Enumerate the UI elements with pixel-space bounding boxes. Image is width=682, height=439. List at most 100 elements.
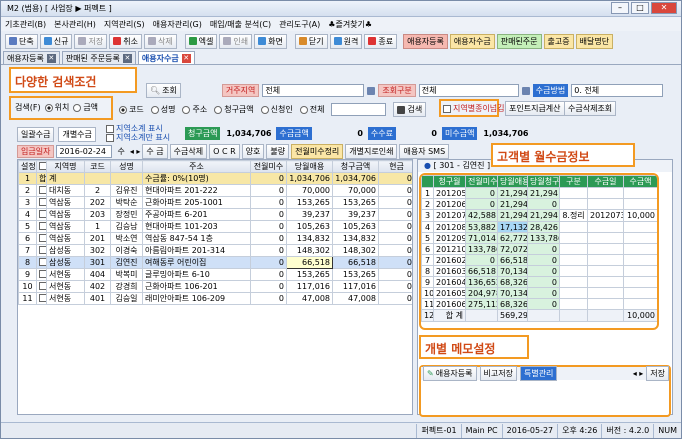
sold-order-button[interactable]: 판매된주문 [496, 33, 542, 49]
excel-button[interactable]: 엑셀 [184, 33, 218, 49]
table-row[interactable]: 4 역삼동 203 장정민 주공아파트 6-201 0 39,237 39,237 0 [18, 208, 412, 221]
table-row[interactable]: 2 201206 0 21,294 0 [421, 198, 657, 210]
region-field[interactable] [262, 84, 365, 97]
radio-position[interactable]: 위치 [44, 102, 69, 113]
col-bill-month[interactable]: 청구월 [433, 175, 466, 188]
table-row[interactable]: 9201604136,65268,3260 [421, 276, 657, 288]
new-button[interactable]: 신규 [39, 33, 73, 49]
table-row[interactable]: 5 역삼동 1 김승남 현대아파트 101-203 0 105,263 105,263 0 [18, 220, 412, 233]
cancel-button[interactable]: 취소 [109, 33, 142, 49]
spin-icon[interactable]: ◂ ▸ [130, 147, 141, 156]
query-button[interactable]: 🔍︎ 조회 [146, 83, 181, 98]
table-row[interactable]: 6201210133,78672,0720 [421, 243, 657, 255]
delivery-list-button[interactable]: 배달명단 [575, 33, 614, 49]
radio-amount[interactable]: 금액 [73, 102, 98, 113]
table-row[interactable]: 10201605204,97870,1340 [421, 287, 657, 299]
method-select[interactable] [571, 84, 664, 97]
exit-button[interactable]: 종료 [364, 33, 398, 49]
col-date[interactable]: 수금일 [587, 175, 624, 188]
minimize-button[interactable]: – [611, 2, 629, 14]
close-button[interactable]: ✕ [651, 2, 677, 14]
maximize-button[interactable]: □ [631, 2, 649, 14]
table-row[interactable]: 8 201603 66,518 70,134 0 [421, 265, 657, 277]
prev-unpaid-button[interactable]: 전월미수정리 [291, 144, 344, 159]
table-row[interactable]: 7 201602 0 66,518 0 [421, 254, 657, 266]
bad-button[interactable]: 불량 [266, 144, 290, 159]
delete-button[interactable]: 삭제 [143, 33, 177, 49]
close-icon[interactable]: ✕ [122, 53, 132, 63]
tab-individual-collect[interactable]: 개별수금 [58, 127, 96, 142]
table-row[interactable]: 4 201208 53,882 17,132 28,426 [421, 221, 657, 233]
table-row[interactable]: 9 서현동 404 박복미 글루밍아파트 6-10 0 153,265 153,265 0 [18, 268, 412, 281]
show-subtotal-check[interactable]: 지역소계 표시 [106, 124, 170, 133]
tab-batch-collect[interactable]: 일괄수금 [17, 127, 55, 142]
memo-save-note[interactable]: 비고저장 [479, 366, 517, 381]
memo-save-button[interactable]: 저장 [646, 366, 669, 381]
close-icon[interactable]: ✕ [46, 53, 56, 63]
scroll-arrows-icon[interactable]: ◂ ▸ [633, 369, 644, 378]
delete-query-button[interactable]: 수금삭제조회 [564, 101, 617, 116]
memo-textarea[interactable] [421, 380, 669, 414]
radio-code[interactable]: 코드 [119, 104, 144, 115]
user-register-button[interactable]: 애용자등록 [403, 33, 448, 49]
giro-print-button[interactable]: 개별지로인쇄 [345, 144, 398, 159]
table-row[interactable]: 1 합 계 수금률: 0%(10명) 0 1,034,706 1,034,706 0 [18, 172, 412, 185]
table-row[interactable]: 1 201205 0 21,294 21,294 [421, 187, 657, 199]
col-check[interactable] [36, 160, 47, 173]
user-collect-button[interactable]: 애용자수금 [449, 33, 495, 49]
menu-tools[interactable]: 관리도구(A) [279, 19, 320, 30]
radio-name[interactable]: 성명 [150, 104, 175, 115]
shortcut-button[interactable]: 단축 [5, 33, 38, 49]
col-prev[interactable]: 전월미수 [465, 175, 498, 188]
col-cur-bill[interactable]: 당월청구 [527, 175, 560, 188]
table-row[interactable]: 520120971,01462,772133,786 [421, 232, 657, 244]
save-button[interactable]: 저장 [74, 33, 108, 49]
point-calc-button[interactable]: 포인트지급계산 [505, 101, 565, 116]
tab-sold-order[interactable]: 판매된 주문등록 ✕ [61, 51, 136, 64]
search-input[interactable] [331, 103, 387, 116]
single-print-option[interactable]: 지역별종이넘김 [443, 103, 505, 114]
col-type[interactable]: 구분 [559, 175, 588, 188]
col-address[interactable]: 주소 [142, 160, 251, 173]
menu-hq[interactable]: 본사관리(H) [54, 19, 96, 30]
table-row[interactable]: 10 서현동 402 강경희 근화아파트 106-201 0 117,016 117,016 0 [18, 280, 412, 293]
remote-button[interactable]: 원격 [329, 33, 363, 49]
table-row[interactable]: 2 대치동 2 김유진 현대아파트 201-222 0 70,000 70,000 0 [18, 184, 412, 197]
col-code[interactable]: 코드 [84, 160, 111, 173]
table-row[interactable]: 6 역삼동 201 박소연 역삼동 847-54 1층 0 134,832 134,832 0 [18, 232, 412, 245]
col-region[interactable]: 지역명 [46, 160, 85, 173]
table-row[interactable]: 12합 계 569,296 10,000 [421, 309, 657, 322]
col-cash[interactable]: 현금 [378, 160, 412, 173]
sms-button[interactable]: 애용자 SMS [399, 144, 450, 159]
col-billing[interactable]: 청구금액 [332, 160, 379, 173]
tab-user-collect[interactable]: 애용자수금 ✕ [137, 51, 195, 64]
table-row[interactable]: 3 역삼동 202 박탁순 근화아파트 205-1001 0 153,265 153,265 0 [18, 196, 412, 209]
close-icon[interactable]: ✕ [181, 53, 191, 63]
tab-user-register[interactable]: 애용자등록 ✕ [3, 51, 60, 64]
close-window-button[interactable]: 닫기 [294, 33, 328, 49]
col-setting[interactable]: 설정 [18, 160, 37, 173]
print-button[interactable]: 인쇄 [219, 33, 253, 49]
table-row[interactable]: 8 삼성동 301 김연진 여해동루 어린이집 0 66,518 66,518 0 [18, 256, 412, 269]
col-name[interactable]: 성명 [110, 160, 143, 173]
col-cur[interactable]: 당월애용 [497, 175, 528, 188]
radio-billing[interactable]: 청구금액 [214, 104, 254, 115]
memo-user-register[interactable]: ✎ 애용자등록 [423, 366, 477, 381]
menu-favorites[interactable]: ♣즐겨찾기♣ [328, 19, 372, 30]
collect-delete-button[interactable]: 수금삭제 [169, 144, 208, 159]
menu-analysis[interactable]: 매입/매출 분석(C) [210, 19, 271, 30]
search-button[interactable]: 검색 [393, 102, 427, 117]
menu-region[interactable]: 지역관리(S) [104, 19, 145, 30]
screen-button[interactable]: 화면 [254, 33, 287, 49]
col-month-use[interactable]: 당월애용 [286, 160, 333, 173]
only-subtotal-check[interactable]: 지역소계만 표시 [106, 133, 170, 142]
ocr-button[interactable]: O C R [209, 144, 240, 159]
radio-applicant[interactable]: 신청인 [260, 104, 293, 115]
query-type-select[interactable] [418, 84, 519, 97]
collect-button[interactable]: 수 금 [142, 144, 168, 159]
col-amount[interactable]: 수금액 [623, 175, 657, 188]
radio-all[interactable]: 전체 [299, 104, 324, 115]
table-row[interactable]: 11201606275,11268,3260 [421, 298, 657, 310]
lookup-icon[interactable] [367, 86, 376, 95]
menu-basic[interactable]: 기초관리(B) [5, 19, 46, 30]
